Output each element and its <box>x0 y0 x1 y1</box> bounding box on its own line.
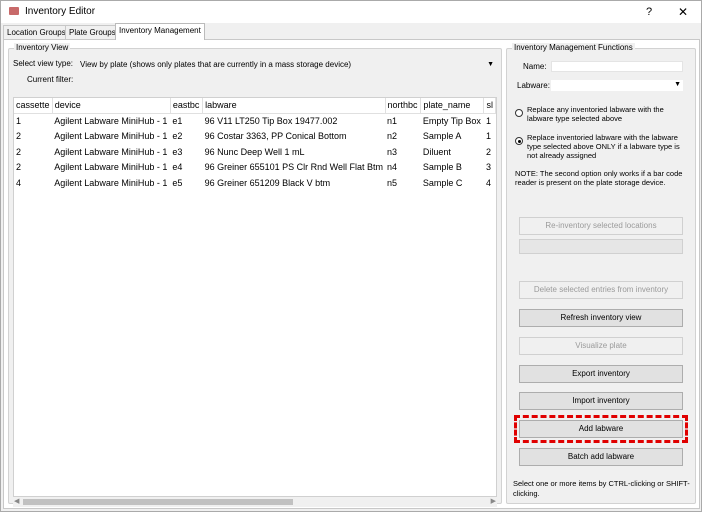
table-cell: Agilent Labware MiniHub - 1 <box>54 131 168 142</box>
table-cell: n3 <box>387 146 398 157</box>
column-header-labware[interactable]: labware <box>202 98 386 114</box>
visualize-plate-button[interactable]: Visualize plate <box>519 337 683 355</box>
table-cell: Agilent Labware MiniHub - 1 <box>54 146 168 157</box>
scroll-right-icon[interactable]: ▶ <box>491 497 496 505</box>
table-cell: 96 Greiner 651209 Black V btm <box>204 177 331 188</box>
reinventory-button[interactable]: Re-inventory selected locations <box>519 217 683 235</box>
table-cell: n5 <box>387 177 398 188</box>
view-type-select[interactable]: View by plate (shows only plates that ar… <box>79 58 497 70</box>
table-header-row: cassette device eastbc labware northbc p… <box>14 98 496 114</box>
table-cell: 3 <box>485 162 491 173</box>
view-type-value: View by plate (shows only plates that ar… <box>80 60 352 69</box>
table-row[interactable]: 4 Agilent Labware MiniHub - 1 e5 96 Greiner… <box>14 175 496 191</box>
table-cell: Sample A <box>422 131 462 142</box>
close-button[interactable]: ✕ <box>675 4 691 20</box>
radio-replace-any[interactable]: Replace any inventoried labware with the… <box>515 105 691 125</box>
view-type-label: Select view type: <box>13 59 74 68</box>
scrollbar-thumb[interactable] <box>23 499 293 505</box>
table-cell: Agilent Labware MiniHub - 1 <box>54 162 168 173</box>
horizontal-scrollbar[interactable]: ◀ ▶ <box>13 497 497 507</box>
labware-label: Labware: <box>517 81 550 90</box>
dropdown-arrow-icon: ▼ <box>487 61 494 68</box>
tab-plate-groups[interactable]: Plate Groups <box>65 25 120 39</box>
scroll-left-icon[interactable]: ◀ <box>14 497 19 505</box>
labware-select[interactable]: ▼ <box>551 80 683 91</box>
inventory-editor-window: Inventory Editor ? ✕ Location Groups Pla… <box>0 0 702 512</box>
inventory-management-panel: Inventory View Select view type: View by… <box>3 39 700 509</box>
window-title: Inventory Editor <box>25 6 96 17</box>
table-cell: 2 <box>16 162 22 173</box>
table-row[interactable]: 2 Agilent Labware MiniHub - 1 e4 96 Greiner… <box>14 160 496 176</box>
table-cell: 1 <box>485 131 491 142</box>
name-input[interactable] <box>551 61 683 72</box>
table-cell: 2 <box>16 146 22 157</box>
table-cell: n2 <box>387 131 398 142</box>
tab-location-groups[interactable]: Location Groups <box>3 25 70 39</box>
inventory-functions-group: Inventory Management Functions Name: Lab… <box>506 43 696 504</box>
table-cell: 1 <box>485 116 491 126</box>
table-cell: 96 Nunc Deep Well 1 mL <box>204 146 305 157</box>
table-cell: n4 <box>387 162 398 173</box>
table-cell: e2 <box>172 131 183 142</box>
inventory-view-group: Inventory View Select view type: View by… <box>8 43 502 507</box>
table-cell: 2 <box>485 146 491 157</box>
table-cell: Diluent <box>422 146 451 157</box>
export-inventory-button[interactable]: Export inventory <box>519 365 683 383</box>
table-cell: n1 <box>387 116 398 126</box>
tab-inventory-management[interactable]: Inventory Management <box>115 23 205 40</box>
table-cell: Agilent Labware MiniHub - 1 <box>54 177 168 188</box>
import-inventory-button[interactable]: Import inventory <box>519 392 683 410</box>
title-bar: Inventory Editor ? ✕ <box>1 1 701 23</box>
table-cell: 4 <box>16 177 22 188</box>
table-cell: Sample C <box>422 177 463 188</box>
radio-replace-only[interactable]: Replace inventoried labware with the lab… <box>515 133 691 161</box>
table-cell: 2 <box>16 131 22 142</box>
batch-add-labware-button[interactable]: Batch add labware <box>519 448 683 466</box>
table-row[interactable]: 2 Agilent Labware MiniHub - 1 e2 96 Costar … <box>14 129 496 145</box>
inventory-table: cassette device eastbc labware northbc p… <box>13 97 497 497</box>
table-cell: 4 <box>485 177 491 188</box>
note-text: NOTE: The second option only works if a … <box>515 169 683 187</box>
delete-entries-button[interactable]: Delete selected entries from inventory <box>519 281 683 299</box>
table-cell: e1 <box>172 116 183 126</box>
table-cell: e3 <box>172 146 183 157</box>
inventory-view-title: Inventory View <box>14 43 71 52</box>
table-cell: Agilent Labware MiniHub - 1 <box>54 116 168 126</box>
column-header-northbc[interactable]: northbc <box>385 98 422 114</box>
table-cell: e4 <box>172 162 183 173</box>
add-labware-button[interactable]: Add labware <box>514 415 688 443</box>
table-cell: 96 Costar 3363, PP Conical Bottom <box>204 131 347 142</box>
app-icon <box>9 7 19 15</box>
progress-bar <box>519 239 683 254</box>
dropdown-arrow-icon: ▼ <box>674 81 681 88</box>
radio-replace-only-label: Replace inventoried labware with the lab… <box>527 133 680 160</box>
table-cell: 96 Greiner 655101 PS Clr Rnd Well Flat B… <box>204 162 384 173</box>
current-filter-label: Current filter: <box>27 75 74 84</box>
table-cell: e5 <box>172 177 183 188</box>
refresh-inventory-button[interactable]: Refresh inventory view <box>519 309 683 327</box>
column-header-plate-name[interactable]: plate_name <box>420 98 485 114</box>
table-row[interactable]: 2 Agilent Labware MiniHub - 1 e3 96 Nunc De… <box>14 144 496 160</box>
column-header-device[interactable]: device <box>52 98 171 114</box>
table-cell: Sample B <box>422 162 462 173</box>
column-header-sl[interactable]: sl <box>483 98 496 114</box>
column-header-cassette[interactable]: cassette <box>14 98 53 114</box>
table-cell: 1 <box>16 116 22 126</box>
inventory-functions-title: Inventory Management Functions <box>512 43 635 52</box>
table-cell: Empty Tip Box <box>422 116 481 126</box>
column-header-eastbc[interactable]: eastbc <box>170 98 204 114</box>
help-button[interactable]: ? <box>641 4 657 20</box>
radio-button-selected[interactable] <box>515 137 523 145</box>
table-cell: 96 V11 LT250 Tip Box 19477.002 <box>204 116 338 126</box>
view-type-row: Select view type: View by plate (shows o… <box>13 58 497 70</box>
radio-button[interactable] <box>515 109 523 117</box>
table-row[interactable]: 1 Agilent Labware MiniHub - 1 e1 96 V11 LT2… <box>14 113 496 129</box>
radio-replace-any-label: Replace any inventoried labware with the… <box>527 105 664 123</box>
name-label: Name: <box>523 62 547 71</box>
selection-hint: Select one or more items by CTRL-clickin… <box>513 479 690 498</box>
